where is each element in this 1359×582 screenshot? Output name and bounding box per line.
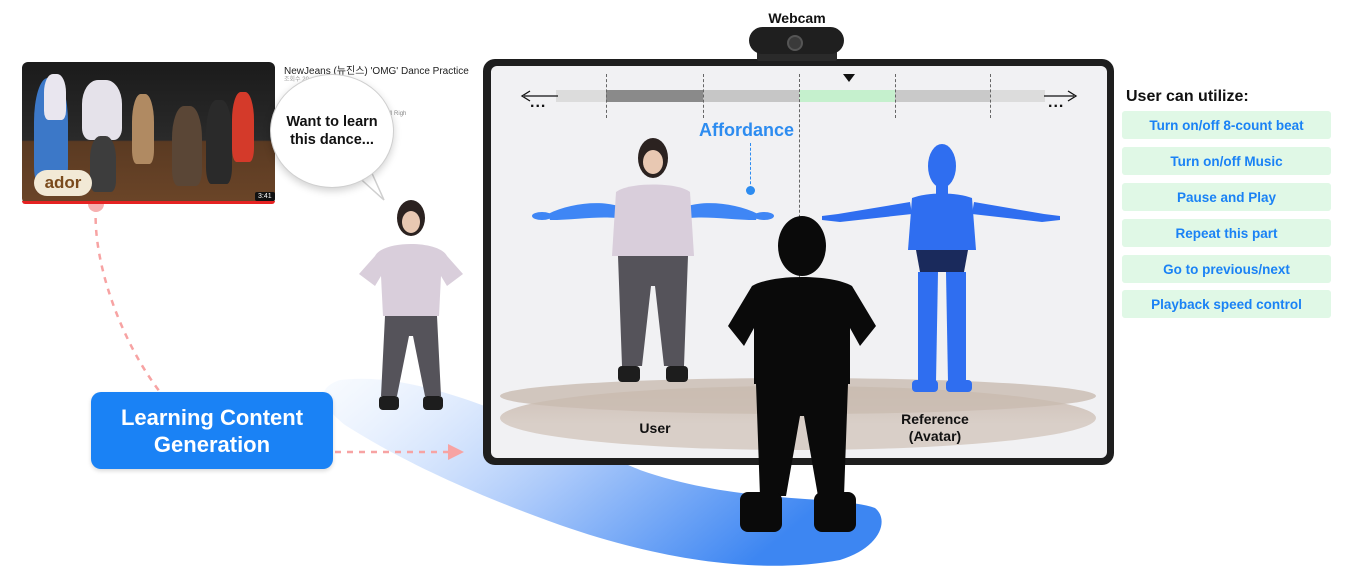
- affordance-pointer-dot: [746, 186, 755, 195]
- webcam-label: Webcam: [768, 10, 826, 26]
- beat-divider: [703, 74, 704, 118]
- user-label: User: [639, 420, 671, 436]
- video-duration: 3:41: [255, 192, 275, 201]
- toggle-beat-button[interactable]: Turn on/off 8-count beat: [1122, 111, 1331, 139]
- toggle-music-button[interactable]: Turn on/off Music: [1122, 147, 1331, 175]
- beat-divider: [895, 74, 896, 118]
- user-silhouette: [728, 216, 876, 532]
- speech-bubble: Want to learn this dance...: [270, 74, 394, 188]
- utilize-title: User can utilize:: [1126, 88, 1249, 105]
- playback-speed-button[interactable]: Playback speed control: [1122, 290, 1331, 318]
- beat-divider: [990, 74, 991, 118]
- reference-label: Reference (Avatar): [901, 411, 969, 444]
- beat-divider: [606, 74, 607, 118]
- timeline-ellipsis-right: ...: [1048, 94, 1065, 111]
- affordance-pointer-line: [750, 143, 751, 189]
- repeat-part-button[interactable]: Repeat this part: [1122, 219, 1331, 247]
- dancer-figure: [359, 200, 463, 410]
- affordance-label: Affordance: [699, 120, 795, 140]
- pause-play-button[interactable]: Pause and Play: [1122, 183, 1331, 211]
- playhead-marker[interactable]: [843, 74, 855, 82]
- webcam-lens: [787, 35, 803, 51]
- video-progress-bar[interactable]: [22, 201, 275, 204]
- ador-logo: ador: [34, 170, 92, 196]
- timeline-ellipsis-left: ...: [530, 94, 547, 111]
- prev-next-button[interactable]: Go to previous/next: [1122, 255, 1331, 283]
- learning-content-generation: Learning Content Generation: [91, 392, 333, 469]
